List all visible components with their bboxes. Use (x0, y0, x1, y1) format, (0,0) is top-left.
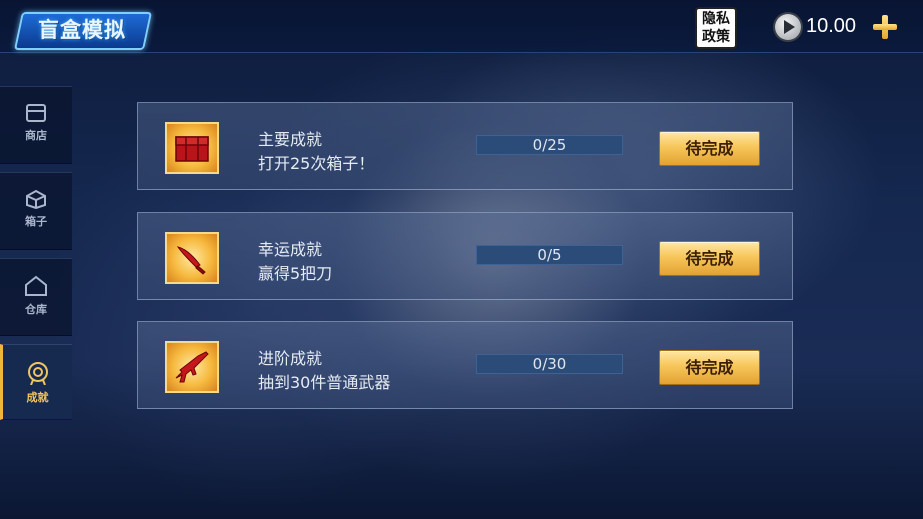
achievement-card: 主要成就 打开25次箱子！ 0/25 待完成 (137, 102, 793, 190)
top-bar: 盲盒模拟 隐私 政策 10.00 (0, 0, 923, 53)
achievement-progress-bar: 0/25 (476, 135, 623, 155)
medal-icon (27, 362, 48, 385)
achievement-card: 幸运成就 赢得5把刀 0/5 待完成 (137, 212, 793, 300)
sidebar-item-label: 箱子 (25, 215, 47, 228)
knife-icon (165, 232, 219, 284)
privacy-policy-button[interactable]: 隐私 政策 (695, 7, 737, 49)
achievement-title: 进阶成就 (258, 349, 323, 368)
sidebar-item-warehouse[interactable]: 仓库 (0, 258, 72, 336)
achievement-card: 进阶成就 抽到30件普通武器 0/30 待完成 (137, 321, 793, 409)
shop-icon (26, 104, 46, 122)
pending-button[interactable]: 待完成 (659, 241, 760, 276)
play-coin-icon (775, 14, 801, 40)
coin-value: 10.00 (806, 15, 857, 37)
coin-balance: 10.00 (772, 11, 900, 43)
crate-icon (26, 189, 46, 209)
privacy-label-line2: 政策 (702, 29, 730, 45)
sidebar-item-label: 商店 (25, 129, 47, 142)
sidebar-item-label: 仓库 (25, 303, 47, 316)
achievement-description: 抽到30件普通武器 (258, 373, 391, 392)
plus-icon[interactable] (873, 15, 897, 39)
pending-button[interactable]: 待完成 (659, 350, 760, 385)
sidebar-item-label: 成就 (26, 391, 49, 404)
achievement-title: 幸运成就 (258, 240, 323, 259)
app-logo: 盲盒模拟 (13, 10, 153, 50)
sidebar-item-achievements[interactable]: 成就 (0, 344, 72, 420)
warehouse-icon (25, 275, 47, 296)
privacy-label-line1: 隐私 (702, 11, 730, 27)
pending-button[interactable]: 待完成 (659, 131, 760, 166)
achievement-progress-bar: 0/30 (476, 354, 623, 374)
achievement-description: 打开25次箱子！ (258, 154, 375, 173)
sidebar-item-shop[interactable]: 商店 (0, 86, 72, 164)
progress-text: 0/30 (532, 355, 567, 373)
chest-icon (165, 122, 219, 174)
logo-text: 盲盒模拟 (38, 18, 126, 42)
progress-text: 0/5 (537, 246, 562, 264)
achievement-description: 赢得5把刀 (258, 264, 333, 283)
rifle-icon (165, 341, 219, 393)
progress-text: 0/25 (532, 136, 567, 154)
achievement-title: 主要成就 (258, 130, 323, 149)
achievement-progress-bar: 0/5 (476, 245, 623, 265)
sidebar-item-crate[interactable]: 箱子 (0, 172, 72, 250)
